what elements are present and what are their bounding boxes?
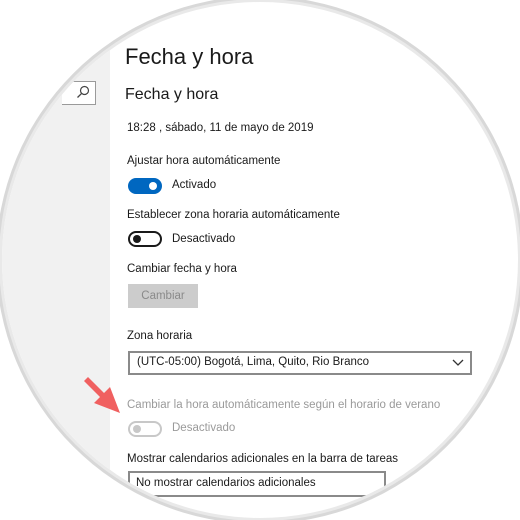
auto-time-toggle[interactable]: [128, 178, 162, 194]
section-title: Fecha y hora: [125, 86, 219, 103]
timezone-value: (UTC-05:00) Bogotá, Lima, Quito, Rio Bra…: [137, 356, 370, 368]
current-datetime: 18:28 , sábado, 11 de mayo de 2019: [127, 122, 314, 134]
auto-time-label: Ajustar hora automáticamente: [127, 155, 281, 167]
change-button[interactable]: Cambiar: [128, 284, 198, 308]
extra-calendars-dropdown[interactable]: No mostrar calendarios adicionales: [128, 471, 386, 497]
change-datetime-label: Cambiar fecha y hora: [127, 263, 237, 275]
page-title: Fecha y hora: [125, 44, 254, 69]
auto-timezone-label: Establecer zona horaria automáticamente: [127, 209, 340, 221]
settings-content: Fecha y hora Fecha y hora 18:28 , sábado…: [2, 2, 518, 518]
toggle-knob: [133, 425, 141, 433]
auto-timezone-toggle[interactable]: [128, 231, 162, 247]
dst-state: Desactivado: [172, 422, 236, 434]
chevron-down-icon: [452, 359, 464, 366]
toggle-knob: [149, 182, 157, 190]
auto-time-state: Activado: [172, 179, 217, 191]
timezone-dropdown[interactable]: (UTC-05:00) Bogotá, Lima, Quito, Rio Bra…: [128, 351, 472, 375]
auto-timezone-state: Desactivado: [172, 233, 236, 245]
toggle-knob: [133, 235, 141, 243]
dst-label: Cambiar la hora automáticamente según el…: [127, 399, 441, 411]
timezone-label: Zona horaria: [127, 330, 193, 342]
dst-toggle[interactable]: [128, 421, 162, 437]
arrow-pointer-icon: [84, 377, 120, 413]
extra-calendars-label: Mostrar calendarios adicionales en la ba…: [127, 453, 399, 465]
circular-frame: Fecha y hora Fecha y hora 18:28 , sábado…: [2, 2, 518, 518]
extra-calendars-value: No mostrar calendarios adicionales: [136, 477, 316, 489]
